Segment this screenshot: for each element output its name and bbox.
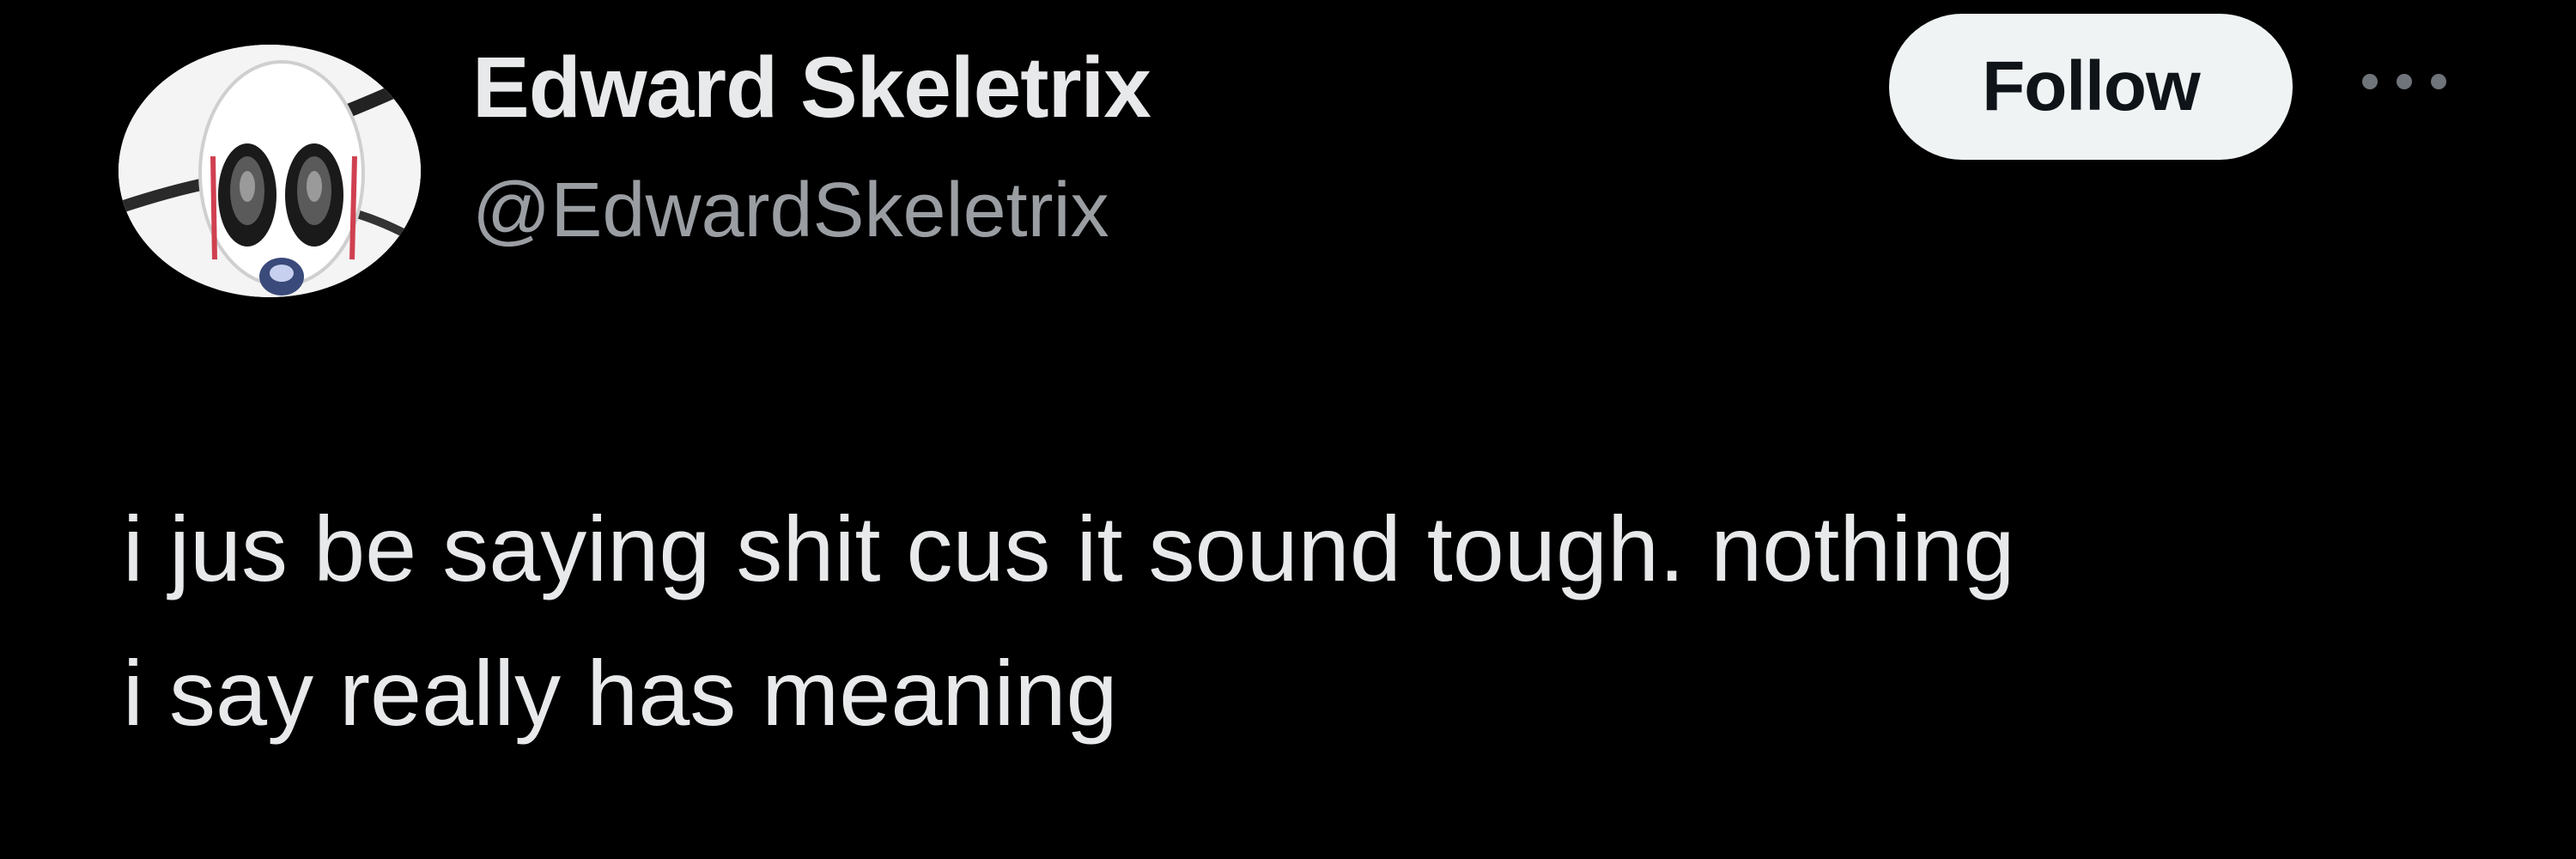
handle[interactable]: @EdwardSkeletrix	[472, 163, 1109, 258]
more-dots-icon	[2362, 74, 2446, 89]
display-name[interactable]: Edward Skeletrix	[472, 36, 1151, 139]
more-options-button[interactable]	[2357, 60, 2451, 103]
tweet-text: i jus be saying shit cus it sound tough.…	[123, 497, 2015, 745]
follow-button[interactable]: Follow	[1889, 14, 2293, 160]
skull-avatar-icon	[118, 45, 421, 297]
tweet-card: Edward Skeletrix @EdwardSkeletrix Follow…	[0, 0, 2576, 859]
avatar[interactable]	[118, 45, 421, 297]
